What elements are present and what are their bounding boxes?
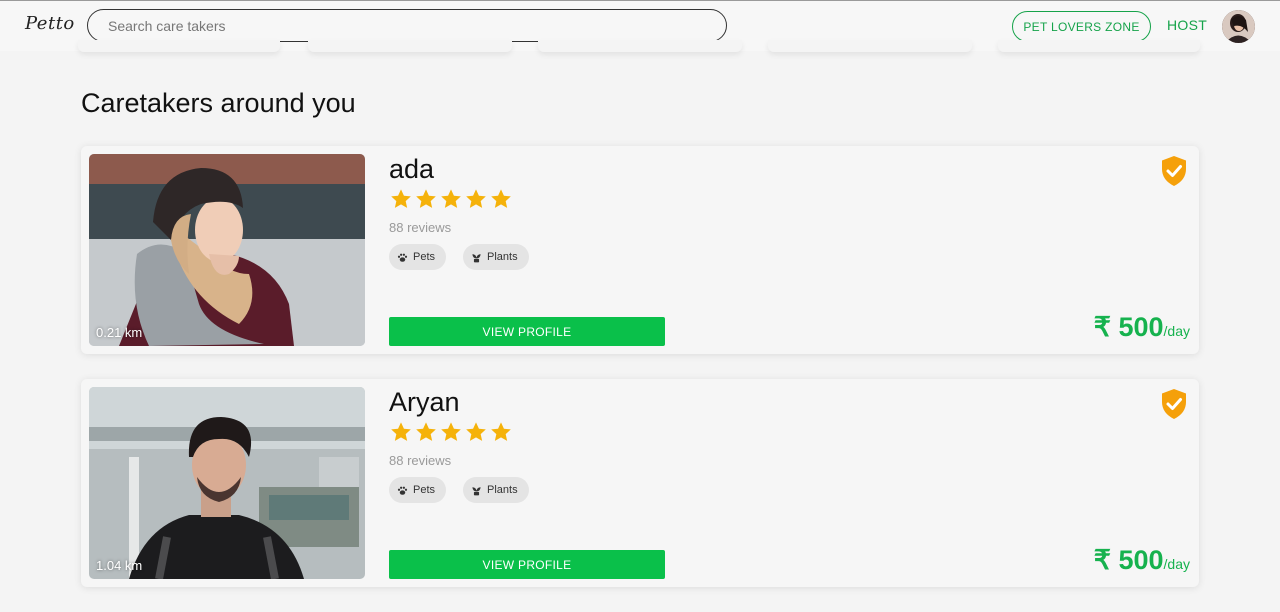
carousel-card: [308, 40, 512, 52]
paw-icon: [397, 486, 408, 495]
star-rating: [390, 421, 512, 443]
caretaker-name[interactable]: ada: [389, 154, 434, 185]
user-avatar[interactable]: [1222, 10, 1255, 43]
star-rating: [390, 188, 512, 210]
star-icon: [441, 422, 461, 441]
verified-shield-icon: [1160, 388, 1188, 425]
caretaker-card[interactable]: 0.21 km ada 88 reviews Pets Plants VIEW …: [81, 146, 1199, 354]
section-title: Caretakers around you: [81, 88, 356, 118]
service-tags: Pets Plants: [389, 477, 529, 503]
host-link[interactable]: HOST: [1167, 17, 1207, 33]
star-icon: [441, 189, 461, 208]
star-icon: [416, 189, 436, 208]
price-amount: ₹ 500: [1093, 312, 1164, 342]
carousel-card: [78, 40, 280, 52]
tag-label: Pets: [413, 251, 436, 263]
tag-plants[interactable]: Plants: [463, 244, 529, 270]
carousel-card: [768, 40, 972, 52]
distance-label: 1.04 km: [96, 558, 143, 573]
star-icon: [391, 422, 411, 441]
tag-pets[interactable]: Pets: [389, 244, 447, 270]
tag-plants[interactable]: Plants: [463, 477, 529, 503]
price-amount: ₹ 500: [1093, 545, 1164, 575]
star-icon: [466, 422, 486, 441]
star-icon: [416, 422, 436, 441]
tag-label: Plants: [487, 251, 518, 263]
price-unit: /day: [1163, 323, 1190, 339]
plant-icon: [472, 253, 481, 262]
app-logo[interactable]: Petto: [25, 13, 75, 34]
price-per-day: ₹ 500/day: [1094, 545, 1190, 576]
caretaker-photo[interactable]: 0.21 km: [89, 154, 365, 346]
tag-label: Pets: [413, 484, 436, 496]
plant-icon: [472, 486, 481, 495]
caretaker-photo[interactable]: 1.04 km: [89, 387, 365, 579]
caretaker-name[interactable]: Aryan: [389, 387, 460, 418]
star-icon: [491, 189, 511, 208]
tag-label: Plants: [487, 484, 518, 496]
tag-pets[interactable]: Pets: [389, 477, 447, 503]
carousel-card: [998, 40, 1200, 52]
star-icon: [391, 189, 411, 208]
carousel-card: [538, 40, 742, 52]
price-unit: /day: [1163, 556, 1190, 572]
pet-lovers-zone-button[interactable]: PET LOVERS ZONE: [1012, 11, 1151, 42]
review-count[interactable]: 88 reviews: [389, 220, 451, 235]
price-per-day: ₹ 500/day: [1094, 312, 1190, 343]
view-profile-button[interactable]: VIEW PROFILE: [389, 550, 665, 579]
service-tags: Pets Plants: [389, 244, 529, 270]
caretaker-card[interactable]: 1.04 km Aryan 88 reviews Pets Plants VIE…: [81, 379, 1199, 587]
review-count[interactable]: 88 reviews: [389, 453, 451, 468]
view-profile-button[interactable]: VIEW PROFILE: [389, 317, 665, 346]
star-icon: [466, 189, 486, 208]
distance-label: 0.21 km: [96, 325, 143, 340]
star-icon: [491, 422, 511, 441]
verified-shield-icon: [1160, 155, 1188, 192]
search-input[interactable]: [87, 9, 727, 42]
paw-icon: [397, 253, 408, 262]
